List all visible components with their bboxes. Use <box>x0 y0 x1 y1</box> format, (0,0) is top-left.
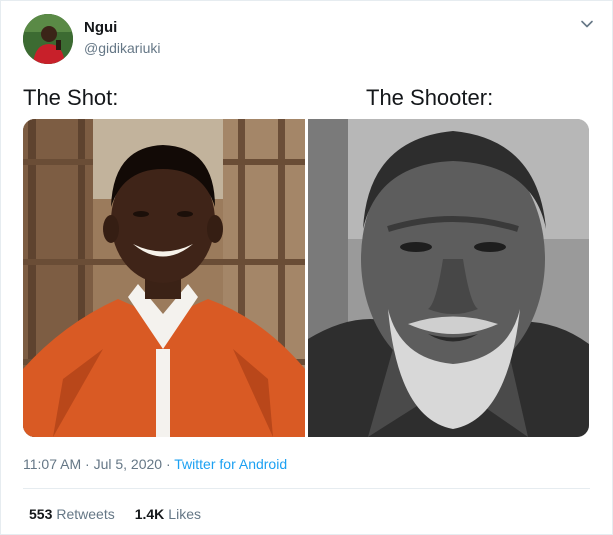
user-display-name[interactable]: Ngui <box>84 19 117 36</box>
retweets-count: 553 <box>29 506 53 522</box>
media-grid <box>23 119 589 437</box>
tweet-stats: 553 Retweets 1.4K Likes <box>29 506 201 522</box>
user-handle[interactable]: @gidikariuki <box>84 40 160 56</box>
likes-count: 1.4K <box>134 506 165 522</box>
tweet-source-link[interactable]: Twitter for Android <box>174 456 287 472</box>
tweet-date[interactable]: Jul 5, 2020 <box>94 456 163 472</box>
retweets-stat[interactable]: 553 Retweets <box>29 506 115 522</box>
caption-right: The Shooter: <box>366 85 494 110</box>
tweet-meta: 11:07 AM · Jul 5, 2020 · Twitter for And… <box>23 456 287 472</box>
chevron-down-icon[interactable] <box>580 17 594 31</box>
caption-left: The Shot: <box>23 85 119 110</box>
retweets-label: Retweets <box>56 506 115 522</box>
meta-separator: · <box>165 456 171 472</box>
avatar[interactable] <box>23 14 73 64</box>
tweet-time[interactable]: 11:07 AM <box>23 456 81 472</box>
likes-stat[interactable]: 1.4K Likes <box>135 506 201 522</box>
meta-separator: · <box>85 456 90 472</box>
photo-right[interactable] <box>308 119 589 437</box>
photo-left[interactable] <box>23 119 305 437</box>
divider <box>23 488 590 489</box>
tweet-card: Ngui @gidikariuki The Shot: The Shooter: <box>0 0 613 535</box>
likes-label: Likes <box>168 506 201 522</box>
